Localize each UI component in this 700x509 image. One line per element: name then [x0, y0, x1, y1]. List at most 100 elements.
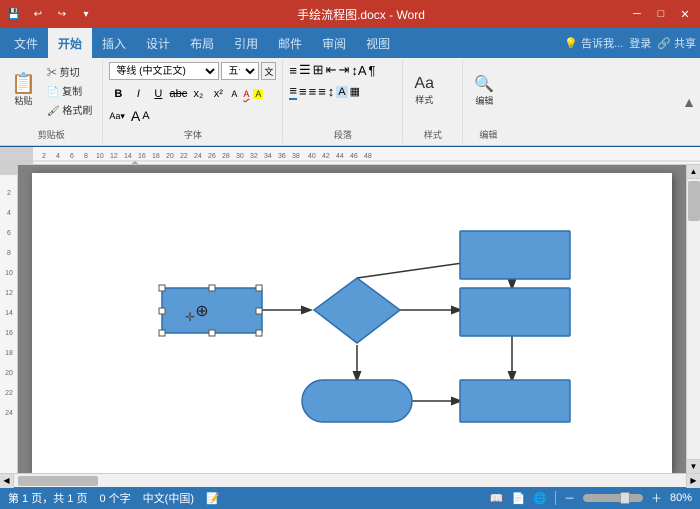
svg-text:2: 2 — [42, 153, 46, 160]
zoom-in-button[interactable]: ＋ — [651, 490, 662, 506]
font-group: 等线 (中文正文) 五号 文 B I U abc x₂ x² A A A — [103, 60, 283, 143]
tab-design[interactable]: 设计 — [136, 28, 180, 58]
svg-text:38: 38 — [292, 153, 300, 160]
save-button[interactable]: 💾 — [4, 4, 24, 24]
svg-text:8: 8 — [84, 153, 88, 160]
zoom-out-button[interactable]: － — [564, 490, 575, 506]
tab-file[interactable]: 文件 — [4, 28, 48, 58]
title-bar: 💾 ↩ ↪ ▾ 手绘流程图.docx - Word ─ □ ✕ — [0, 0, 700, 28]
svg-text:✛: ✛ — [185, 310, 195, 324]
shape-rect2[interactable] — [460, 288, 570, 336]
highlight-button[interactable]: A — [253, 89, 263, 99]
tab-home[interactable]: 开始 — [48, 28, 92, 58]
collapse-ribbon-button[interactable]: ▲ — [678, 60, 700, 143]
italic-button[interactable]: I — [129, 85, 147, 103]
format-painter-button[interactable]: 🖌 格式刷 — [43, 100, 96, 118]
paste-button[interactable]: 📋 粘贴 — [6, 62, 41, 118]
numbering-button[interactable]: ☰ — [299, 62, 311, 78]
ribbon-content: 📋 粘贴 ✂ 剪切 📄 复制 🖌 格式刷 剪贴板 等线 (中文正文) — [0, 58, 700, 146]
svg-text:20: 20 — [5, 370, 13, 377]
track-changes-icon: 📝 — [206, 492, 220, 505]
multilevel-list-button[interactable]: ⊞ — [313, 62, 324, 78]
redo-button[interactable]: ↪ — [52, 4, 72, 24]
svg-text:22: 22 — [5, 390, 13, 397]
borders-button[interactable]: ▦ — [350, 85, 360, 98]
view-print-button[interactable]: 📄 — [512, 492, 526, 505]
font-color-button[interactable]: A — [241, 89, 251, 99]
svg-text:4: 4 — [7, 210, 11, 217]
h-scroll-thumb[interactable] — [18, 476, 98, 486]
font-size-select[interactable]: 五号 — [221, 62, 259, 80]
styles-button[interactable]: Aa 样式 — [409, 62, 439, 118]
help-search[interactable]: 💡 告诉我... — [564, 35, 623, 51]
svg-text:16: 16 — [138, 153, 146, 160]
scroll-thumb[interactable] — [688, 181, 700, 221]
bullets-button[interactable]: ≡ — [289, 63, 297, 78]
tab-insert[interactable]: 插入 — [92, 28, 136, 58]
underline-button[interactable]: U — [149, 85, 167, 103]
scroll-up-button[interactable]: ▲ — [687, 165, 700, 179]
svg-text:24: 24 — [5, 410, 13, 417]
editing-button[interactable]: 🔍 编辑 — [469, 62, 499, 118]
undo-button[interactable]: ↩ — [28, 4, 48, 24]
svg-text:8: 8 — [7, 250, 11, 257]
decrease-font-button[interactable]: A — [142, 110, 149, 122]
flowchart-canvas[interactable]: ⊕ ✛ — [32, 173, 672, 463]
view-read-button[interactable]: 📖 — [490, 492, 504, 505]
restore-button[interactable]: □ — [650, 4, 672, 24]
styles-group: Aa 样式 样式 — [403, 60, 463, 143]
move-cursor-icon: ⊕ — [195, 303, 208, 320]
svg-text:32: 32 — [250, 153, 258, 160]
font-size-label[interactable]: 文 — [261, 62, 276, 80]
scroll-down-button[interactable]: ▼ — [687, 459, 700, 473]
tab-mailings[interactable]: 邮件 — [268, 28, 312, 58]
show-formatting-button[interactable]: ¶ — [369, 63, 376, 78]
bold-button[interactable]: B — [109, 85, 127, 103]
scroll-left-button[interactable]: ◀ — [0, 474, 14, 488]
tab-references[interactable]: 引用 — [224, 28, 268, 58]
superscript-button[interactable]: x² — [209, 85, 227, 103]
shape-rect4[interactable] — [460, 380, 570, 422]
increase-font-button[interactable]: A — [131, 108, 140, 124]
tab-view[interactable]: 视图 — [356, 28, 400, 58]
horizontal-scrollbar[interactable]: ◀ ▶ — [0, 473, 700, 487]
decrease-indent-button[interactable]: ⇤ — [326, 62, 337, 78]
cut-button[interactable]: ✂ 剪切 — [43, 62, 96, 80]
svg-text:2: 2 — [7, 190, 11, 197]
customize-qat-button[interactable]: ▾ — [76, 4, 96, 24]
vertical-scrollbar[interactable]: ▲ ▼ — [686, 165, 700, 473]
svg-text:30: 30 — [236, 153, 244, 160]
login-button[interactable]: 登录 — [629, 35, 651, 51]
minimize-button[interactable]: ─ — [626, 4, 648, 24]
window-title: 手绘流程图.docx - Word — [96, 6, 626, 23]
share-button[interactable]: 🔗 共享 — [657, 35, 696, 51]
subscript-button[interactable]: x₂ — [189, 85, 207, 103]
increase-indent-button[interactable]: ⇥ — [338, 62, 349, 78]
shading-button[interactable]: A — [336, 86, 347, 98]
strikethrough-button[interactable]: abc — [169, 85, 187, 103]
scroll-right-button[interactable]: ▶ — [686, 474, 700, 488]
align-center-button[interactable]: ≡ — [299, 84, 307, 99]
justify-button[interactable]: ≡ — [318, 84, 326, 99]
tab-layout[interactable]: 布局 — [180, 28, 224, 58]
align-right-button[interactable]: ≡ — [309, 84, 317, 99]
zoom-level[interactable]: 80% — [670, 492, 692, 504]
shape-diamond1[interactable] — [314, 278, 400, 343]
document-area[interactable]: ⊕ ✛ — [18, 165, 686, 473]
align-left-button[interactable]: ≡ — [289, 83, 297, 100]
svg-text:12: 12 — [110, 153, 118, 160]
shape-stadium1[interactable] — [302, 380, 412, 422]
line-spacing-button[interactable]: ↕ — [328, 84, 335, 99]
text-effects-button[interactable]: A — [229, 89, 239, 99]
quick-access-toolbar: 💾 ↩ ↪ ▾ — [4, 4, 96, 24]
shape-rect3[interactable] — [460, 231, 570, 279]
svg-text:24: 24 — [194, 153, 202, 160]
shape-rect1[interactable] — [162, 288, 262, 333]
view-web-button[interactable]: 🌐 — [533, 492, 547, 505]
tab-review[interactable]: 审阅 — [312, 28, 356, 58]
copy-button[interactable]: 📄 复制 — [43, 81, 96, 99]
font-name-select[interactable]: 等线 (中文正文) — [109, 62, 219, 80]
sort-button[interactable]: ↕A — [351, 63, 366, 78]
svg-text:18: 18 — [152, 153, 160, 160]
close-button[interactable]: ✕ — [674, 4, 696, 24]
